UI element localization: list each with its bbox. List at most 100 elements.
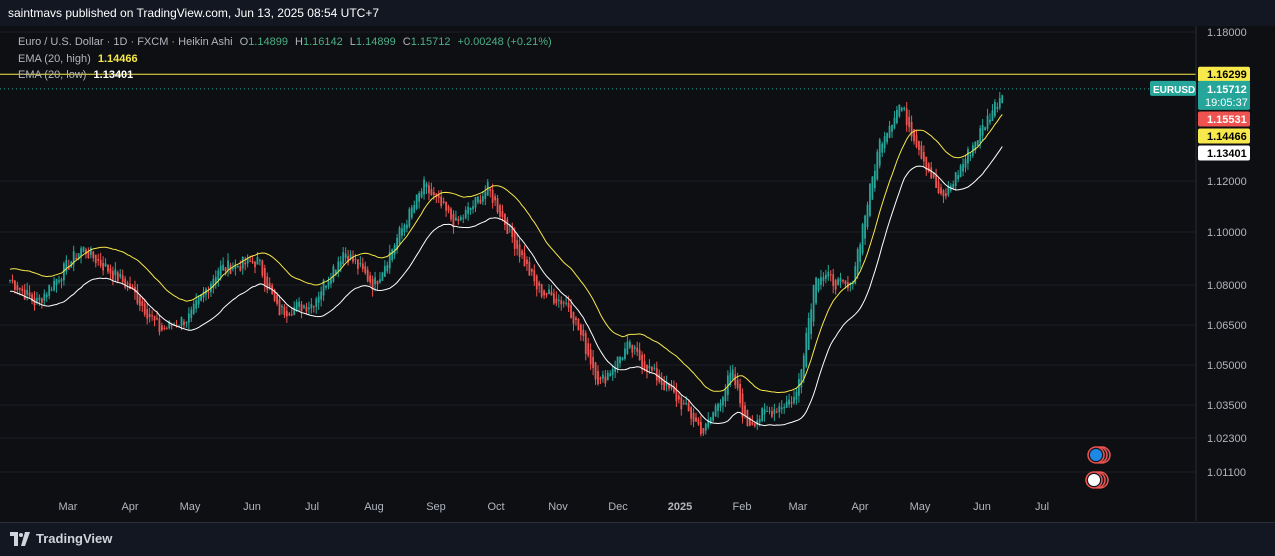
candle-body — [165, 328, 168, 330]
candle-body — [930, 167, 933, 179]
candle-body — [425, 183, 428, 187]
candle-body — [408, 208, 411, 227]
candle-body — [28, 292, 31, 297]
candle-body — [751, 421, 754, 425]
last-price-label: 1.15712 — [1207, 84, 1247, 96]
candle-body — [744, 405, 746, 415]
candle-body — [281, 305, 283, 308]
candle-body — [979, 128, 982, 144]
candle-body — [680, 397, 683, 410]
candle-body — [187, 313, 190, 323]
economic-events[interactable] — [1085, 446, 1111, 489]
y-tick-label: 1.05000 — [1207, 360, 1247, 372]
candle-body — [638, 349, 641, 361]
candle-body — [922, 152, 925, 162]
candle-body — [704, 423, 707, 431]
legend-l-value: 1.14899 — [355, 36, 396, 48]
candle-body — [518, 244, 521, 257]
tradingview-logo[interactable]: TradingView — [10, 531, 112, 546]
tradingview-logo-icon — [10, 531, 30, 546]
candle-body — [361, 263, 364, 269]
candle-body — [406, 224, 408, 229]
candle-body — [653, 367, 656, 369]
candle-body — [719, 403, 722, 408]
candle-body — [555, 298, 558, 304]
candle-body — [383, 266, 386, 277]
x-tick-label: Jul — [305, 501, 319, 513]
candle-body — [861, 224, 864, 254]
candle-body — [290, 314, 293, 316]
ema-high-line — [9, 114, 1003, 393]
candle-body — [788, 399, 790, 405]
x-tick-label: May — [180, 501, 201, 513]
chart-area[interactable]: 1.18000 1.12000 1.10000 1.08000 1.06500 1.050… — [0, 26, 1275, 521]
candle-body — [312, 306, 315, 308]
candle-body — [143, 303, 146, 315]
candle-body — [996, 107, 999, 109]
candle-body — [23, 289, 26, 300]
candle-body — [410, 207, 413, 218]
y-tick-label: 1.01100 — [1207, 467, 1246, 479]
candle-body — [886, 133, 888, 143]
candle-body — [692, 412, 695, 422]
candle-body — [935, 175, 937, 188]
candle-body — [418, 193, 421, 202]
candle-body — [161, 325, 163, 331]
candle-body — [467, 206, 470, 215]
candle-body — [883, 136, 886, 149]
candle-body — [651, 367, 653, 371]
candle-body — [824, 274, 827, 279]
candle-body — [376, 280, 379, 285]
candle-body — [619, 357, 621, 364]
candle-body — [998, 98, 1001, 108]
candle-body — [695, 417, 697, 422]
y-tick-label: 1.18000 — [1207, 27, 1247, 39]
candle-body — [697, 419, 700, 425]
publisher-bar: saintmavs published on TradingView.com, … — [0, 0, 1275, 27]
candle-body — [219, 265, 222, 276]
candle-body — [170, 324, 173, 326]
candle-body — [496, 198, 499, 213]
candle-body — [609, 373, 612, 377]
candle-body — [254, 261, 256, 268]
candle-body — [278, 299, 281, 316]
countdown-label: 19:05:37 — [1205, 97, 1248, 109]
candle-body — [952, 184, 955, 189]
candle-body — [50, 289, 53, 291]
candle-body — [138, 296, 141, 306]
candle-body — [766, 410, 768, 412]
legend-ema-low-row[interactable]: EMA (20, low) 1.13401 — [18, 69, 133, 81]
candle-body — [768, 410, 771, 412]
candle-body — [283, 306, 286, 316]
resistance-price-label: 1.16299 — [1207, 69, 1247, 81]
publisher-text: saintmavs published on TradingView.com, … — [8, 6, 380, 20]
candlestick-chart[interactable]: 1.18000 1.12000 1.10000 1.08000 1.06500 1.050… — [0, 26, 1275, 521]
candle-body — [945, 193, 947, 197]
candle-body — [491, 189, 494, 203]
candle-body — [611, 369, 614, 375]
candle-body — [342, 252, 345, 265]
x-tick-label: Apr — [121, 501, 138, 513]
candle-body — [391, 249, 394, 261]
legend-ema-high-row[interactable]: EMA (20, high) 1.14466 — [18, 53, 138, 65]
x-tick-label: Oct — [487, 501, 504, 513]
candle-body — [11, 279, 14, 282]
candle-body — [736, 379, 739, 389]
grid-lines — [0, 31, 1195, 473]
legend-ema-high-label: EMA (20, high) — [18, 53, 91, 65]
candle-body — [994, 102, 996, 116]
candle-body — [386, 265, 389, 272]
candle-body — [40, 298, 43, 303]
candle-body — [457, 219, 460, 221]
candle-body — [567, 302, 570, 308]
candle-body — [626, 341, 629, 354]
candle-body — [65, 259, 68, 272]
candle-body — [501, 211, 504, 218]
x-tick-label: Sep — [426, 501, 446, 513]
eu-event-icon — [1090, 449, 1102, 461]
candle-body — [156, 318, 158, 320]
candle-body — [815, 277, 817, 304]
candle-body — [783, 407, 786, 409]
candle-body — [420, 191, 423, 198]
candle-body — [364, 266, 367, 273]
